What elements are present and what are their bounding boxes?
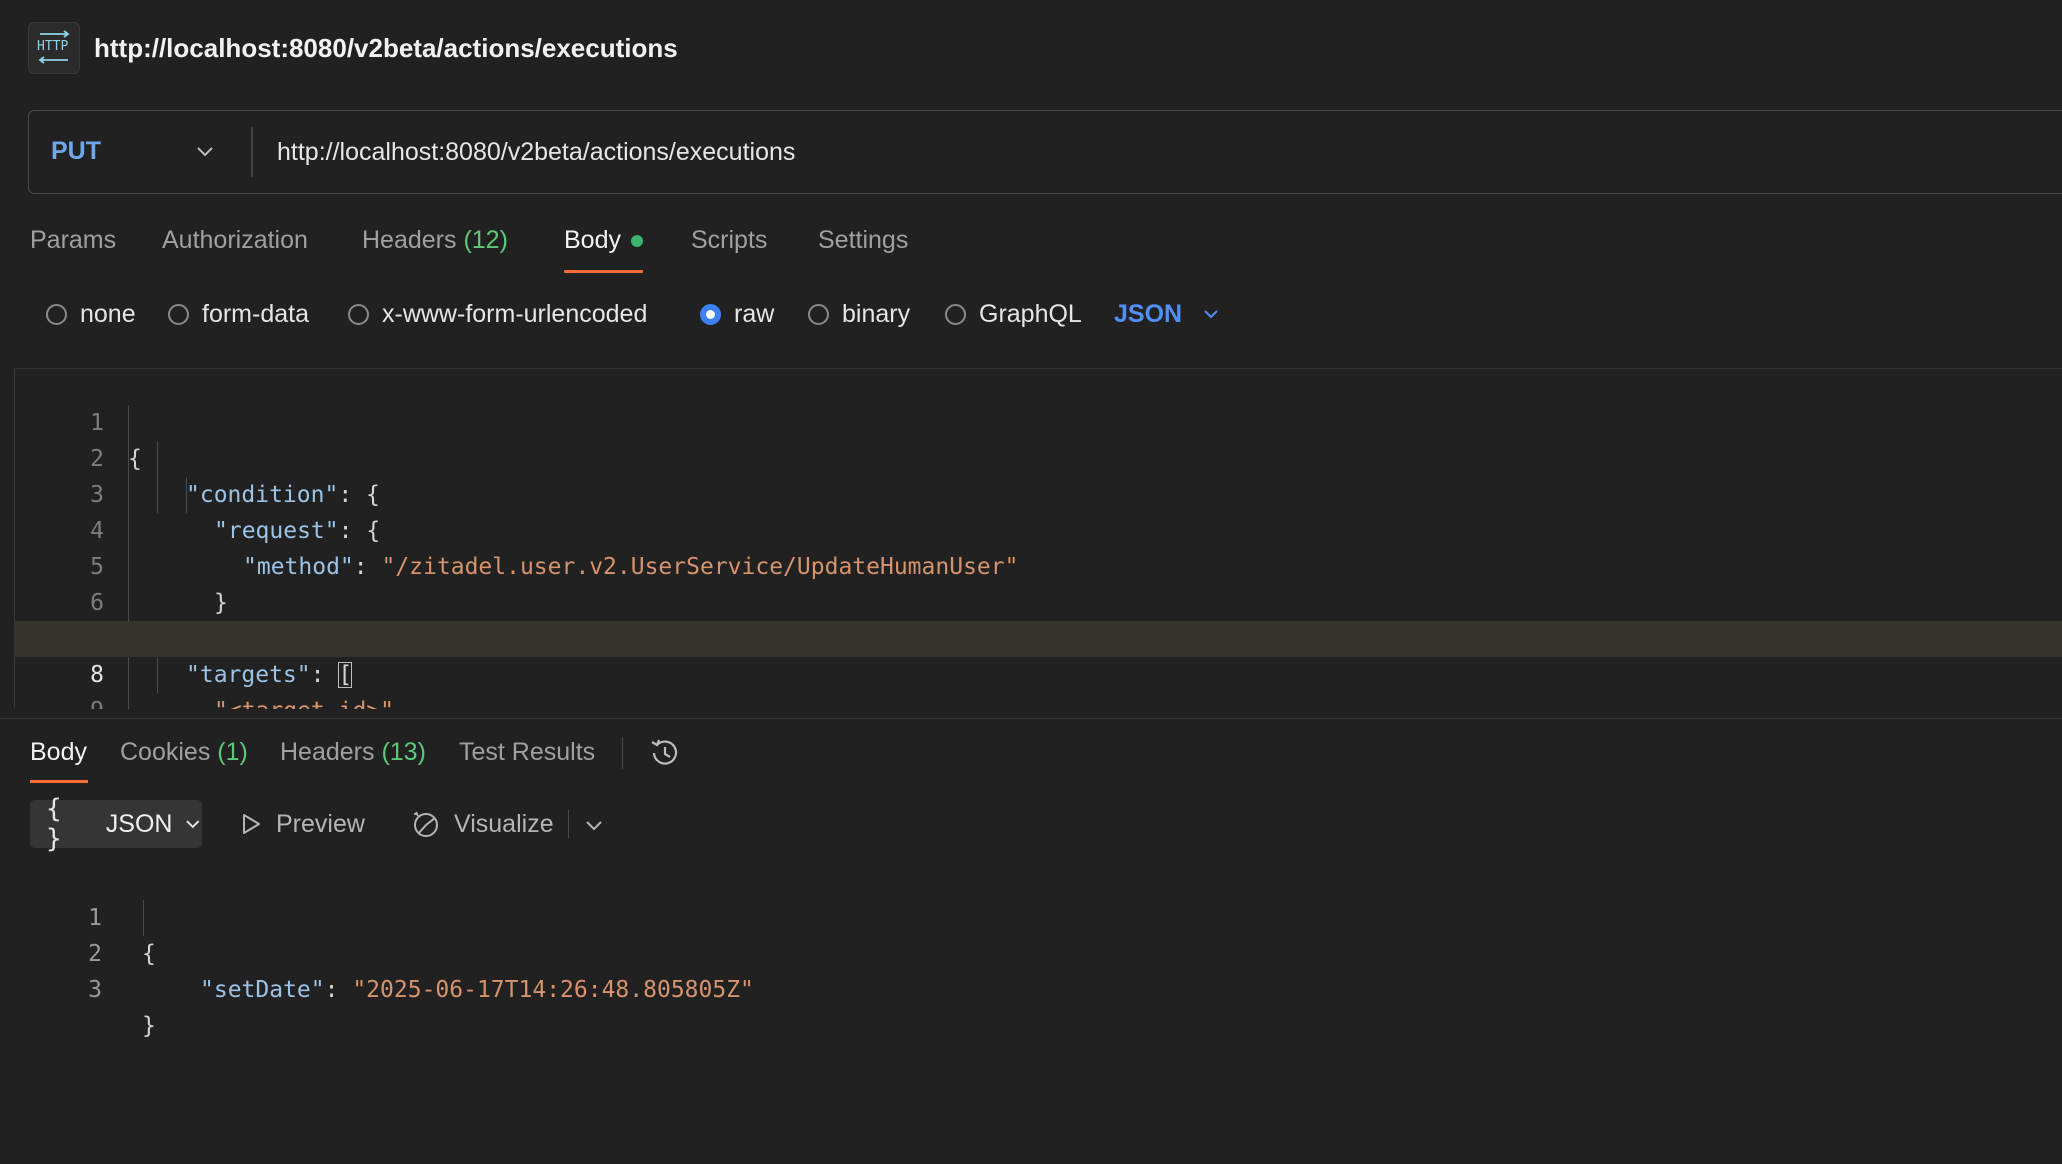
http-icon: HTTP [28, 22, 80, 74]
line-number: 9 [54, 693, 104, 709]
radio-raw[interactable]: raw [700, 296, 774, 332]
tab-body[interactable]: Body [564, 222, 621, 258]
radio-none[interactable]: none [46, 296, 136, 332]
line-code: "setDate": "2025-06-17T14:26:48.805805Z" [200, 977, 754, 1003]
tab-divider [622, 737, 623, 769]
tab-settings[interactable]: Settings [818, 222, 908, 258]
editor-line: 7 "targets": [ [14, 585, 2062, 688]
visualize-icon [414, 811, 438, 837]
tab-count: (13) [381, 738, 426, 766]
tab-scripts[interactable]: Scripts [691, 222, 767, 258]
radio-label: none [80, 299, 136, 328]
response-tab-body[interactable]: Body [30, 734, 87, 770]
response-line: 3 } [60, 936, 860, 1039]
language-select[interactable]: JSON [1114, 296, 1220, 332]
line-code: } [142, 1013, 156, 1039]
tab-params[interactable]: Params [30, 222, 116, 258]
tab-label: Headers [280, 738, 375, 766]
editor-line: 3 "request": { [14, 441, 2062, 544]
response-tab-underline [30, 780, 88, 783]
response-format-select[interactable]: { } JSON [30, 794, 202, 854]
json-key: "setDate" [200, 977, 325, 1003]
radio-circle [46, 303, 67, 325]
json-string: "<target-id>" [214, 698, 394, 709]
radio-x-www-form-urlencoded[interactable]: x-www-form-urlencoded [348, 296, 647, 332]
request-body-editor[interactable]: 1 { 2 "condition": { 3 "request": { 4 "m… [14, 368, 2062, 709]
radio-circle [945, 303, 966, 325]
radio-binary[interactable]: binary [808, 296, 910, 332]
editor-line: 6 }, [14, 549, 2062, 652]
radio-label: x-www-form-urlencoded [382, 299, 648, 328]
play-icon [243, 814, 260, 834]
visualize-label: Visualize [454, 809, 554, 838]
request-title[interactable]: http://localhost:8080/v2beta/actions/exe… [94, 30, 678, 66]
tab-body-underline [564, 270, 643, 273]
radio-circle-selected [700, 303, 721, 325]
editor-line: 5 } [14, 513, 2062, 616]
preview-button[interactable]: Preview [238, 806, 365, 842]
radio-form-data[interactable]: form-data [168, 296, 309, 332]
response-line: 2 "setDate": "2025-06-17T14:26:48.805805… [60, 900, 860, 1003]
line-number: 3 [88, 977, 102, 1003]
radio-label: GraphQL [979, 299, 1082, 328]
preview-label: Preview [276, 809, 365, 838]
tab-headers-count: (12) [463, 226, 508, 254]
braces-icon: { } [46, 794, 62, 854]
http-icon-text: HTTP [37, 39, 68, 54]
tab-count: (1) [217, 738, 248, 766]
response-line: 1 { [60, 864, 860, 967]
chevron-down-icon [1204, 310, 1218, 319]
format-label: JSON [105, 809, 173, 838]
radio-label: binary [842, 299, 911, 328]
tab-label: Cookies [120, 738, 211, 766]
radio-label: raw [734, 299, 775, 328]
response-tab-cookies[interactable]: Cookies (1) [120, 734, 248, 770]
editor-line: 4 "method": "/zitadel.user.v2.UserServic… [14, 477, 2062, 580]
chevron-down-icon[interactable] [584, 815, 604, 840]
tab-headers-label: Headers [362, 226, 457, 254]
radio-circle [808, 303, 829, 325]
tab-authorization[interactable]: Authorization [162, 222, 308, 258]
pane-divider[interactable] [0, 718, 2062, 719]
editor-line-active: 8 "<target-id>" [14, 621, 2062, 709]
radio-circle [168, 303, 189, 325]
line-code: "<target-id>" [214, 693, 394, 709]
url-bar: PUT [28, 110, 2062, 194]
chevron-down-icon [186, 820, 200, 829]
radio-circle [348, 303, 369, 325]
json-string: "2025-06-17T14:26:48.805805Z" [352, 977, 754, 1003]
method-label: PUT [51, 137, 101, 165]
url-divider [251, 127, 253, 177]
language-label: JSON [1114, 300, 1183, 328]
url-input[interactable] [277, 131, 1777, 173]
toolbar-divider [568, 810, 569, 838]
radio-label: form-data [202, 299, 309, 328]
radio-graphql[interactable]: GraphQL [945, 296, 1082, 332]
history-icon[interactable] [648, 736, 682, 775]
editor-line: 1 { [14, 369, 2062, 472]
chevron-down-icon [197, 147, 213, 157]
editor-line: 9 ] [14, 657, 2062, 709]
response-tab-headers[interactable]: Headers (13) [280, 734, 426, 770]
method-select[interactable]: PUT [29, 111, 251, 192]
response-tab-test-results[interactable]: Test Results [459, 734, 595, 770]
tab-headers[interactable]: Headers (12) [362, 222, 508, 258]
body-modified-dot [631, 235, 643, 247]
visualize-button[interactable]: Visualize [410, 806, 554, 842]
editor-line: 2 "condition": { [14, 405, 2062, 508]
